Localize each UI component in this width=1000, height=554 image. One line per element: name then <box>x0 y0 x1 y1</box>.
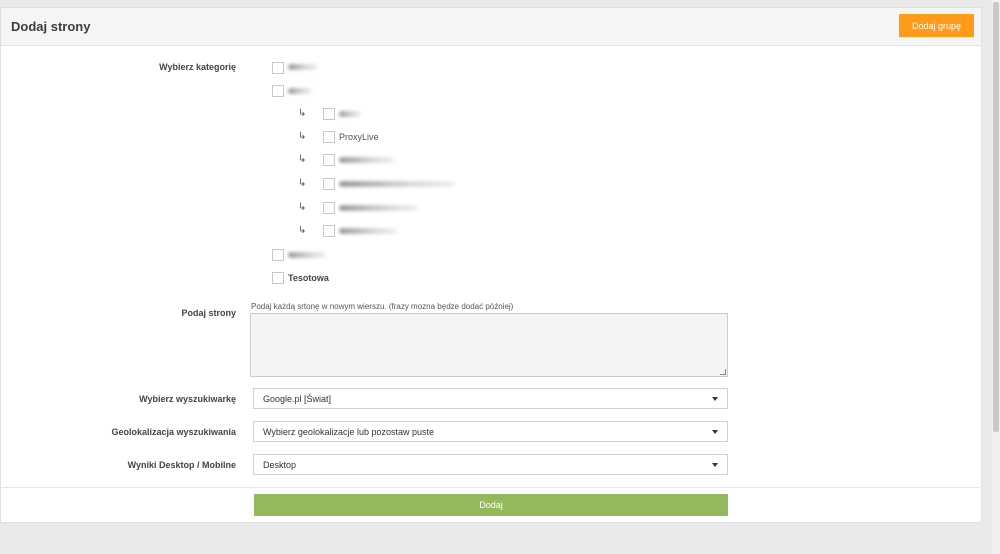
category-checkbox-tesotowa[interactable] <box>272 272 284 284</box>
category-checkbox[interactable] <box>272 62 284 74</box>
device-select[interactable]: Desktop <box>253 454 728 475</box>
geo-select-value: Wybierz geolokalizacje lub pozostaw pust… <box>263 426 435 437</box>
subcategory-arrow-icon: ↳ <box>298 108 307 119</box>
category-checkbox[interactable] <box>272 85 284 97</box>
pages-textarea[interactable] <box>250 313 728 377</box>
redacted-category-name <box>288 88 312 94</box>
device-label: Wyniki Desktop / Mobilne <box>127 460 236 470</box>
subcategory-checkbox-proxylive[interactable] <box>323 131 335 143</box>
add-pages-panel: Dodaj strony Dodaj grupę <box>0 7 982 523</box>
resize-grip-icon[interactable] <box>720 369 726 375</box>
category-checkbox[interactable] <box>272 249 284 261</box>
page-title: Dodaj strony <box>11 19 91 34</box>
redacted-category-name <box>339 157 395 163</box>
panel-header: Dodaj strony Dodaj grupę <box>1 8 981 46</box>
geo-select[interactable]: Wybierz geolokalizacje lub pozostaw pust… <box>253 421 728 442</box>
submit-button[interactable]: Dodaj <box>254 494 728 516</box>
add-group-button[interactable]: Dodaj grupę <box>899 14 974 37</box>
engine-select[interactable]: Google.pl [Świat] <box>253 388 728 409</box>
dropdown-caret-icon <box>712 430 718 434</box>
subcategory-checkbox[interactable] <box>323 154 335 166</box>
redacted-category-name <box>339 205 419 211</box>
subcategory-arrow-icon: ↳ <box>298 225 307 236</box>
dropdown-caret-icon <box>712 463 718 467</box>
pages-label: Podaj strony <box>181 308 236 318</box>
subcategory-arrow-icon: ↳ <box>298 154 307 165</box>
engine-select-value: Google.pl [Świat] <box>263 393 332 404</box>
subcategory-checkbox[interactable] <box>323 178 335 190</box>
subcategory-label-proxylive: ProxyLive <box>339 132 379 142</box>
device-select-value: Desktop <box>263 459 297 470</box>
engine-label: Wybierz wyszukiwarkę <box>139 394 236 404</box>
subcategory-checkbox[interactable] <box>323 225 335 237</box>
redacted-category-name <box>288 252 326 258</box>
geo-label: Geolokalizacja wyszukiwania <box>111 427 236 437</box>
redacted-category-name <box>339 228 397 234</box>
redacted-category-name <box>339 111 361 117</box>
subcategory-arrow-icon: ↳ <box>298 202 307 213</box>
subcategory-checkbox[interactable] <box>323 108 335 120</box>
category-label: Wybierz kategorię <box>159 62 236 72</box>
page-scrollbar[interactable] <box>992 0 1000 554</box>
redacted-category-name <box>339 181 454 187</box>
category-label-tesotowa: Tesotowa <box>288 273 329 283</box>
footer-divider <box>0 487 980 488</box>
subcategory-arrow-icon: ↳ <box>298 131 307 142</box>
dropdown-caret-icon <box>712 397 718 401</box>
subcategory-arrow-icon: ↳ <box>298 178 307 189</box>
scrollbar-thumb[interactable] <box>993 2 999 432</box>
redacted-category-name <box>288 64 318 70</box>
subcategory-checkbox[interactable] <box>323 202 335 214</box>
pages-hint: Podaj każdą srtonę w nowym wierszu. (fra… <box>251 302 514 311</box>
